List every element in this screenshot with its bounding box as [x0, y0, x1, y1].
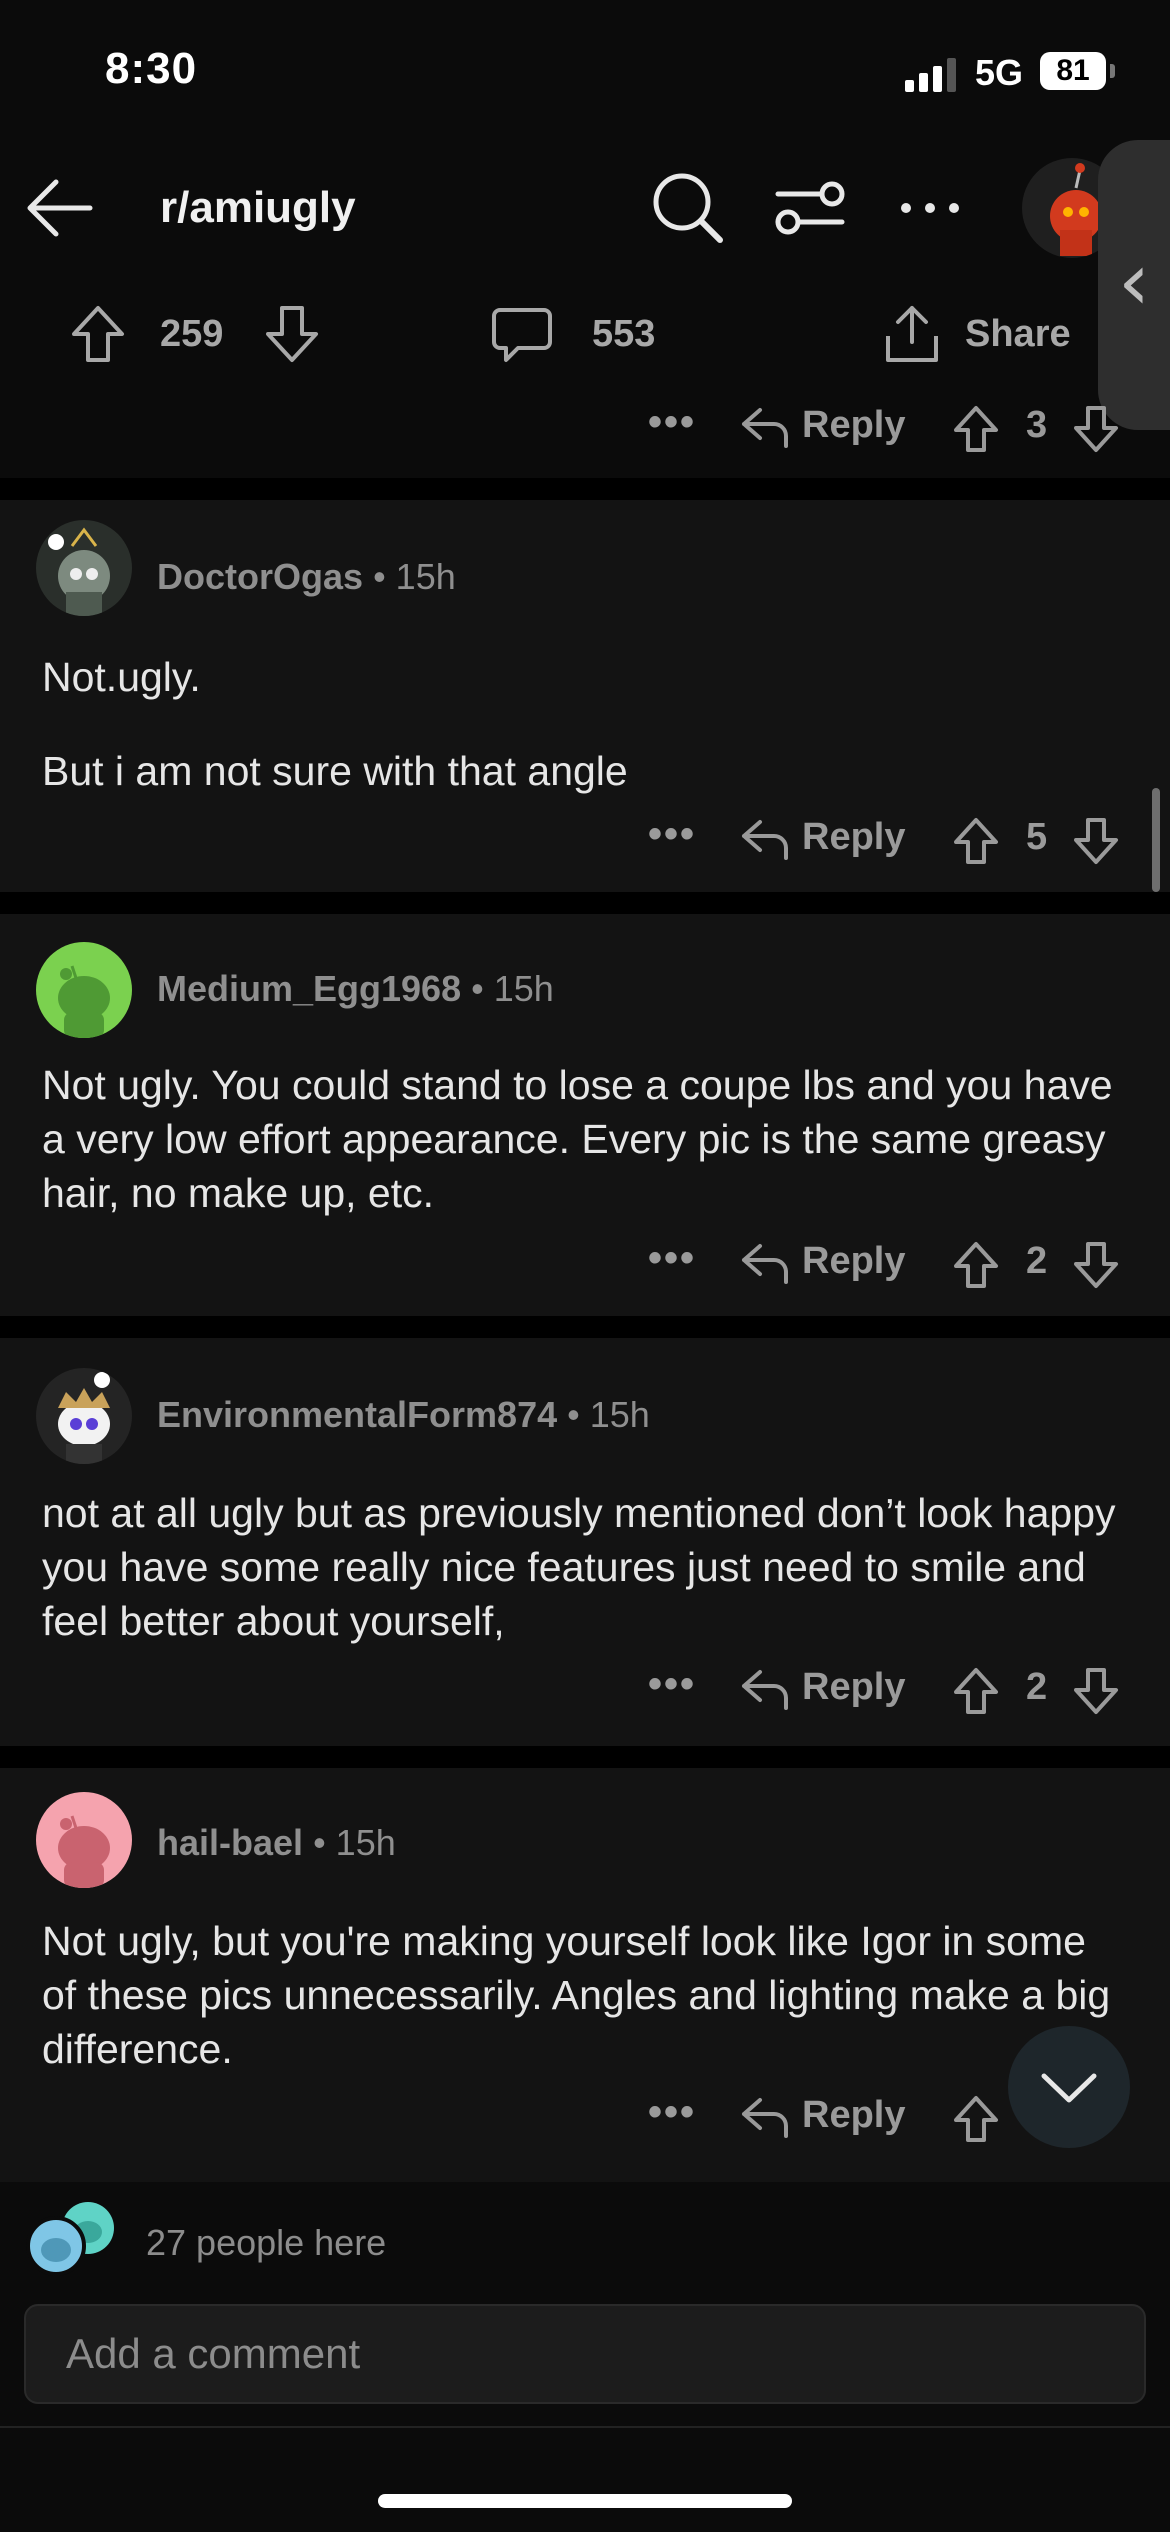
comment-actions: ••• Reply 2 [0, 1654, 1170, 1724]
comment-body: not at all ugly but as previously mentio… [42, 1490, 1116, 1644]
people-here-count: 27 people here [146, 2222, 387, 2263]
reply-icon[interactable] [740, 818, 790, 862]
comment-paragraph: Not.ugly. [42, 654, 201, 700]
comment-author: EnvironmentalForm874 • 15h [157, 1394, 650, 1435]
signal-icon [905, 58, 956, 92]
comment-actions: ••• Reply 3 [0, 392, 1170, 462]
user-avatar[interactable] [36, 1368, 132, 1464]
battery-tip [1110, 64, 1115, 78]
comment-time: • 15h [567, 1394, 650, 1435]
reply-icon[interactable] [740, 406, 790, 450]
vote-count: 5 [1026, 816, 1048, 858]
downvote-icon[interactable] [1072, 404, 1120, 454]
reply-icon[interactable] [740, 1242, 790, 1286]
upvote-icon[interactable] [952, 1666, 1000, 1716]
comment-bubble-icon[interactable] [490, 302, 554, 366]
back-arrow-icon[interactable] [20, 168, 100, 248]
comment-card: EnvironmentalForm874 • 15h not at all ug… [0, 1338, 1170, 1746]
reply-button[interactable]: Reply [802, 2094, 905, 2137]
comment-separator [0, 478, 1170, 500]
reply-button[interactable]: Reply [802, 404, 905, 447]
jump-next-comment-button[interactable] [1008, 2026, 1130, 2148]
reply-icon[interactable] [740, 2096, 790, 2140]
comment-more-icon[interactable]: ••• [648, 1236, 696, 1281]
comment-time: • 15h [471, 968, 554, 1009]
vote-count: 3 [1026, 404, 1048, 446]
scroll-indicator[interactable] [1152, 788, 1160, 892]
vote-count: 2 [1026, 1240, 1048, 1282]
battery-indicator: 81 [1040, 52, 1106, 90]
side-drawer-handle[interactable]: ‹ [1098, 140, 1170, 430]
comment-separator [0, 1316, 1170, 1338]
downvote-icon[interactable] [1072, 1240, 1120, 1290]
search-icon[interactable] [648, 168, 728, 248]
comment-separator [0, 892, 1170, 914]
chevron-down-icon [1041, 2073, 1097, 2103]
upvote-icon[interactable] [68, 302, 128, 366]
comment-separator [0, 1746, 1170, 1768]
upvote-icon[interactable] [952, 816, 1000, 866]
downvote-icon[interactable] [1072, 1666, 1120, 1716]
comment-author: hail-bael • 15h [157, 1822, 396, 1863]
comment-card: DoctorOgas • 15h Not.ugly. But i am not … [0, 500, 1170, 892]
comment-more-icon[interactable]: ••• [648, 1662, 696, 1707]
status-time: 8:30 [105, 44, 198, 93]
reply-button[interactable]: Reply [802, 1666, 905, 1709]
comment-card: Medium_Egg1968 • 15h Not ugly. You could… [0, 914, 1170, 1316]
sort-filter-icon[interactable] [770, 168, 850, 248]
post-score: 259 [160, 312, 224, 355]
comment-actions: ••• Reply 2 [0, 1228, 1170, 1298]
comment-time: • 15h [373, 556, 456, 597]
comment-body: Not.ugly. But i am not sure with that an… [42, 650, 1122, 798]
user-avatar[interactable] [36, 1792, 132, 1888]
comment-body: Not ugly. You could stand to lose a coup… [42, 1062, 1113, 1216]
user-avatar[interactable] [36, 942, 132, 1038]
comment-paragraph: But i am not sure with that angle [42, 748, 628, 794]
user-avatar[interactable] [36, 520, 132, 616]
share-label[interactable]: Share [965, 302, 1071, 366]
chevron-left-icon: ‹ [1118, 235, 1150, 328]
home-indicator[interactable] [378, 2494, 792, 2508]
comments-count: 553 [592, 312, 656, 355]
reply-button[interactable]: Reply [802, 1240, 905, 1283]
comment-more-icon[interactable]: ••• [648, 400, 696, 445]
comment-input[interactable] [26, 2306, 1144, 2402]
add-comment-field[interactable] [24, 2304, 1146, 2404]
comment-author: DoctorOgas • 15h [157, 556, 456, 597]
upvote-icon[interactable] [952, 404, 1000, 454]
comment-time: • 15h [313, 1822, 396, 1863]
vote-count: 2 [1026, 1666, 1048, 1708]
downvote-icon[interactable] [262, 302, 322, 366]
comment-actions: ••• Reply 5 [0, 804, 1170, 874]
upvote-icon[interactable] [952, 1240, 1000, 1290]
upvote-icon[interactable] [952, 2094, 1000, 2144]
network-label: 5G [975, 52, 1024, 93]
divider [0, 2426, 1170, 2428]
comment-more-icon[interactable]: ••• [648, 2090, 696, 2135]
online-users-avatars [26, 2202, 114, 2276]
comment-author: Medium_Egg1968 • 15h [157, 968, 554, 1009]
reply-icon[interactable] [740, 1668, 790, 1712]
comment-actions: ••• Reply [0, 2082, 1170, 2152]
more-options-icon[interactable] [890, 168, 970, 248]
comment-body: Not ugly, but you're making yourself loo… [42, 1918, 1111, 2072]
subreddit-title[interactable]: r/amiugly [160, 183, 356, 233]
reply-button[interactable]: Reply [802, 816, 905, 859]
downvote-icon[interactable] [1072, 816, 1120, 866]
comment-card: hail-bael • 15h Not ugly, but you're mak… [0, 1768, 1170, 2182]
share-icon[interactable] [880, 302, 944, 366]
comment-more-icon[interactable]: ••• [648, 812, 696, 857]
